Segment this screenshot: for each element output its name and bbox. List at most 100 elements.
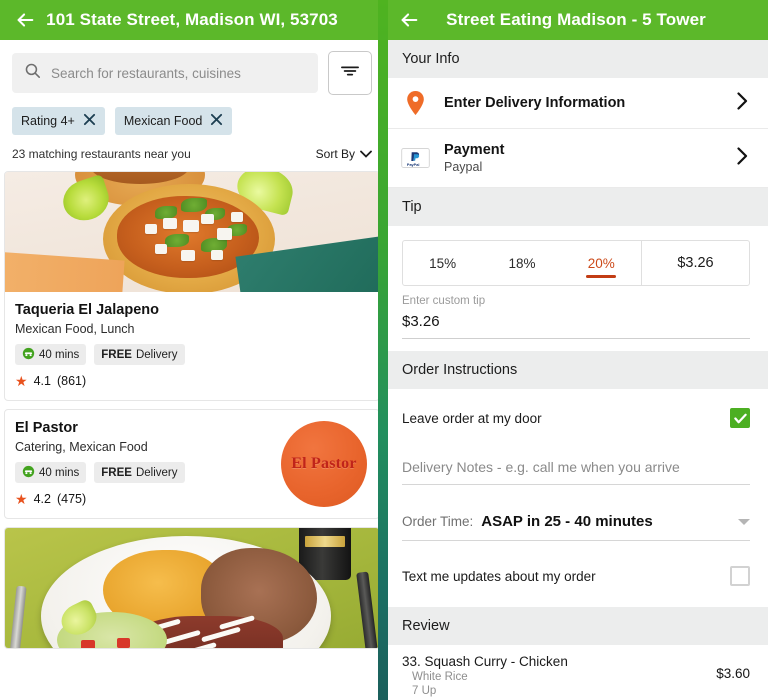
- delivery-time-text: 40 mins: [39, 466, 80, 479]
- leave-at-door-label: Leave order at my door: [402, 410, 542, 426]
- star-icon: ★: [15, 373, 28, 389]
- tip-option-15[interactable]: 15%: [403, 241, 482, 285]
- filter-chip-rating[interactable]: Rating 4+: [12, 107, 105, 135]
- svg-text:PayPal: PayPal: [406, 163, 418, 167]
- left-header-bar: 101 State Street, Madison WI, 53703: [0, 0, 384, 40]
- rating-value: 4.1: [33, 374, 51, 388]
- restaurant-info: Taqueria El Jalapeno Mexican Food, Lunch…: [5, 292, 379, 400]
- text-updates-checkbox[interactable]: [730, 566, 750, 586]
- back-arrow-icon[interactable]: [10, 5, 40, 35]
- section-header-order-instructions: Order Instructions: [384, 351, 768, 389]
- sort-by-button[interactable]: Sort By: [316, 147, 372, 161]
- payment-row[interactable]: PayPal Payment Paypal: [384, 129, 768, 188]
- checkout-panel: Street Eating Madison - 5 Tower Your Inf…: [384, 0, 768, 700]
- filter-chip-label: Mexican Food: [123, 114, 203, 128]
- review-item-price: $3.60: [716, 666, 750, 681]
- restaurant-card[interactable]: Taqueria El Jalapeno Mexican Food, Lunch…: [4, 171, 380, 401]
- chevron-down-icon: [360, 147, 372, 161]
- checkout-body: Your Info Enter Delivery Information Pay…: [384, 40, 768, 700]
- restaurant-photo-combo-plate: [5, 528, 379, 648]
- review-item-option: White Rice: [412, 671, 468, 683]
- search-icon: [24, 62, 41, 84]
- payment-method: Paypal: [444, 160, 483, 174]
- payment-title: Payment: [444, 142, 505, 158]
- results-summary-row: 23 matching restaurants near you Sort By: [0, 135, 384, 171]
- search-placeholder: Search for restaurants, cuisines: [51, 65, 241, 81]
- app-root: 101 State Street, Madison WI, 53703 Sear…: [0, 0, 768, 700]
- custom-tip-label: Enter custom tip: [402, 295, 486, 307]
- filter-button[interactable]: [328, 51, 372, 95]
- restaurant-info: El Pastor Catering, Mexican Food 40 mins…: [5, 410, 379, 518]
- dropdown-caret-icon[interactable]: [738, 518, 750, 525]
- chevron-right-icon: [737, 146, 752, 170]
- delivery-notes-input[interactable]: [402, 453, 750, 485]
- free-label: FREE: [101, 466, 132, 479]
- tip-options-group: 15% 18% 20% $3.26: [402, 240, 750, 286]
- back-arrow-icon[interactable]: [394, 5, 424, 35]
- restaurant-search-panel: 101 State Street, Madison WI, 53703 Sear…: [0, 0, 384, 700]
- active-filter-chips: Rating 4+ Mexican Food: [0, 95, 384, 135]
- restaurant-title: Street Eating Madison - 5 Tower: [446, 10, 706, 29]
- payment-info: Payment Paypal: [444, 142, 723, 174]
- review-item-option: 7 Up: [412, 685, 437, 697]
- custom-tip-input[interactable]: [402, 310, 750, 339]
- tip-section: 15% 18% 20% $3.26 Enter custom tip: [384, 226, 768, 351]
- scooter-icon: [22, 347, 35, 363]
- text-updates-row[interactable]: Text me updates about my order: [402, 561, 750, 591]
- results-count-text: 23 matching restaurants near you: [12, 147, 191, 161]
- search-input[interactable]: Search for restaurants, cuisines: [12, 53, 318, 93]
- search-row: Search for restaurants, cuisines: [0, 40, 384, 95]
- free-delivery-badge: FREE Delivery: [94, 462, 185, 483]
- leave-at-door-row[interactable]: Leave order at my door: [402, 403, 750, 433]
- order-instructions-section: Leave order at my door Order Time: ASAP …: [384, 389, 768, 607]
- review-count: (861): [56, 374, 87, 388]
- restaurant-cuisine: Mexican Food, Lunch: [15, 322, 135, 336]
- delivery-time-badge: 40 mins: [15, 344, 87, 365]
- scooter-icon: [22, 465, 35, 481]
- filter-icon: [341, 64, 359, 83]
- tip-amount-display[interactable]: $3.26: [640, 241, 749, 285]
- page-title: 101 State Street, Madison WI, 53703: [46, 10, 338, 29]
- delivery-time-text: 40 mins: [39, 348, 80, 361]
- free-label: FREE: [101, 348, 132, 361]
- location-pin-icon: [400, 91, 430, 115]
- review-count: (475): [56, 492, 87, 506]
- filter-chip-cuisine[interactable]: Mexican Food: [114, 107, 233, 135]
- close-icon[interactable]: [83, 113, 96, 129]
- review-item-name: 33. Squash Curry - Chicken: [402, 654, 568, 669]
- free-delivery-badge: FREE Delivery: [94, 344, 185, 365]
- section-header-tip: Tip: [384, 188, 768, 226]
- review-item-details: 33. Squash Curry - Chicken White Rice 7 …: [402, 654, 706, 697]
- delivery-information-row[interactable]: Enter Delivery Information: [384, 78, 768, 129]
- delivery-information-label: Enter Delivery Information: [444, 94, 723, 112]
- restaurant-name: Taqueria El Jalapeno: [15, 302, 159, 318]
- delivery-label: Delivery: [135, 348, 178, 361]
- paypal-icon: PayPal: [400, 148, 430, 168]
- restaurant-logo-text: El Pastor: [291, 455, 357, 472]
- right-header-bar: Street Eating Madison - 5 Tower: [384, 0, 768, 40]
- left-panel-body: Search for restaurants, cuisines Rating …: [0, 40, 384, 700]
- tip-option-20-selected[interactable]: 20%: [562, 241, 641, 285]
- section-header-your-info: Your Info: [384, 40, 768, 78]
- leave-at-door-checkbox[interactable]: [730, 408, 750, 428]
- close-icon[interactable]: [210, 113, 223, 129]
- restaurant-card[interactable]: El Pastor Catering, Mexican Food 40 mins…: [4, 409, 380, 519]
- panel-divider: [378, 0, 388, 700]
- tip-option-18[interactable]: 18%: [482, 241, 561, 285]
- chevron-right-icon: [737, 91, 752, 115]
- delivery-information-title: Enter Delivery Information: [444, 95, 626, 111]
- restaurant-card[interactable]: [4, 527, 380, 649]
- delivery-label: Delivery: [135, 466, 178, 479]
- restaurant-logo: El Pastor: [281, 421, 367, 507]
- restaurant-rating: ★ 4.1 (861): [15, 374, 369, 388]
- delivery-time-badge: 40 mins: [15, 462, 87, 483]
- order-time-label: Order Time:: [402, 514, 474, 529]
- order-time-value: ASAP in 25 - 40 minutes: [481, 513, 653, 530]
- sort-by-label: Sort By: [315, 147, 355, 161]
- rating-value: 4.2: [33, 492, 51, 506]
- star-icon: ★: [15, 491, 28, 507]
- restaurant-badges: 40 mins FREE Delivery: [15, 344, 369, 365]
- review-line-item[interactable]: 33. Squash Curry - Chicken White Rice 7 …: [384, 645, 768, 700]
- filter-chip-label: Rating 4+: [21, 114, 75, 128]
- order-time-row[interactable]: Order Time: ASAP in 25 - 40 minutes: [402, 501, 750, 541]
